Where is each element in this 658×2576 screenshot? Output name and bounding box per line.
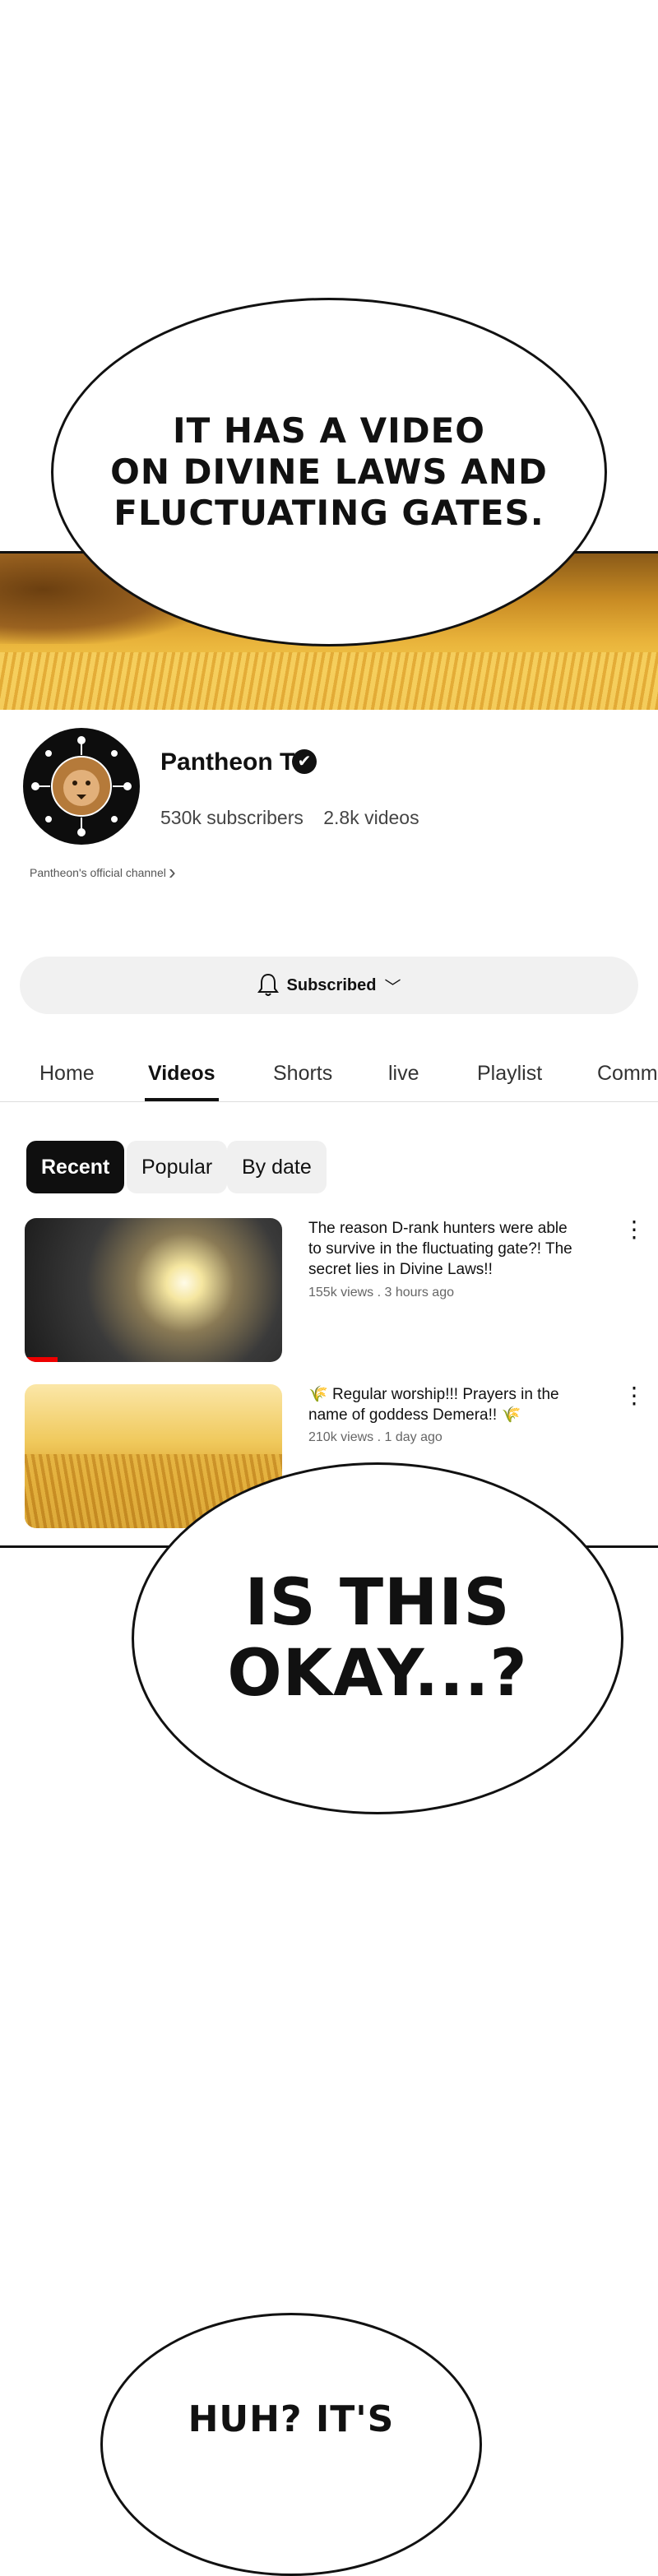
- verified-badge-icon: ✔: [292, 749, 317, 774]
- subscriber-count: 530k subscribers: [160, 807, 304, 828]
- chevron-down-icon: ﹀: [384, 978, 401, 997]
- lion-logo-icon: [31, 736, 132, 836]
- tab-home[interactable]: Home: [39, 1062, 95, 1086]
- channel-tabs: Home Videos Shorts live Playlist Commu: [0, 1047, 658, 1102]
- chevron-right-icon[interactable]: ›: [169, 859, 176, 885]
- channel-page-panel: Pantheon TV ✔ 530k subscribers 2.8k vide…: [0, 551, 658, 1548]
- video-title-text: Regular worship!!! Prayers in the name o…: [308, 1386, 559, 1424]
- video-thumbnail[interactable]: [25, 1218, 282, 1362]
- wheat-emoji-icon: 🌾: [501, 1406, 521, 1424]
- video-list-item[interactable]: The reason D-rank hunters were able to s…: [0, 1218, 658, 1362]
- banner-wheat-field: [0, 652, 658, 710]
- watch-progress-bar: [25, 1357, 58, 1362]
- channel-stats: 530k subscribers 2.8k videos: [160, 807, 419, 829]
- speech-bubble-bottom: HUH? IT'S: [100, 2313, 482, 2576]
- speech-bubble-bottom-text: HUH? IT'S: [188, 2398, 395, 2440]
- tab-videos[interactable]: Videos: [145, 1062, 219, 1101]
- speech-bubble-middle-text: IS THIS OKAY...?: [227, 1566, 528, 1711]
- more-vertical-icon[interactable]: ⋮: [623, 1384, 646, 1407]
- filter-chip-by-date[interactable]: By date: [227, 1141, 327, 1193]
- tab-shorts[interactable]: Shorts: [273, 1062, 332, 1086]
- video-meta: 210k views . 1 day ago: [308, 1430, 443, 1444]
- channel-name: Pantheon TV: [160, 748, 312, 776]
- channel-description[interactable]: Pantheon's official channel: [30, 866, 166, 879]
- filter-chip-popular[interactable]: Popular: [127, 1141, 228, 1193]
- speech-bubble-middle: IS THIS OKAY...?: [132, 1462, 623, 1814]
- channel-avatar[interactable]: [23, 728, 140, 845]
- subscribed-label: Subscribed: [286, 975, 377, 994]
- more-vertical-icon[interactable]: ⋮: [623, 1218, 646, 1241]
- video-count: 2.8k videos: [323, 807, 419, 828]
- tab-live[interactable]: live: [388, 1062, 419, 1086]
- wheat-emoji-icon: 🌾: [308, 1386, 328, 1403]
- tab-playlist[interactable]: Playlist: [477, 1062, 542, 1086]
- video-title[interactable]: 🌾 Regular worship!!! Prayers in the name…: [308, 1384, 580, 1425]
- speech-bubble-top: IT HAS A VIDEO ON DIVINE LAWS AND FLUCTU…: [51, 298, 607, 646]
- bell-icon: [257, 973, 279, 996]
- tab-community[interactable]: Commu: [597, 1062, 658, 1086]
- speech-bubble-top-text: IT HAS A VIDEO ON DIVINE LAWS AND FLUCTU…: [110, 410, 548, 533]
- video-meta: 155k views . 3 hours ago: [308, 1286, 454, 1300]
- filter-chip-recent[interactable]: Recent: [26, 1141, 125, 1193]
- subscribed-button[interactable]: Subscribed ﹀: [20, 957, 638, 1014]
- video-title[interactable]: The reason D-rank hunters were able to s…: [308, 1218, 580, 1280]
